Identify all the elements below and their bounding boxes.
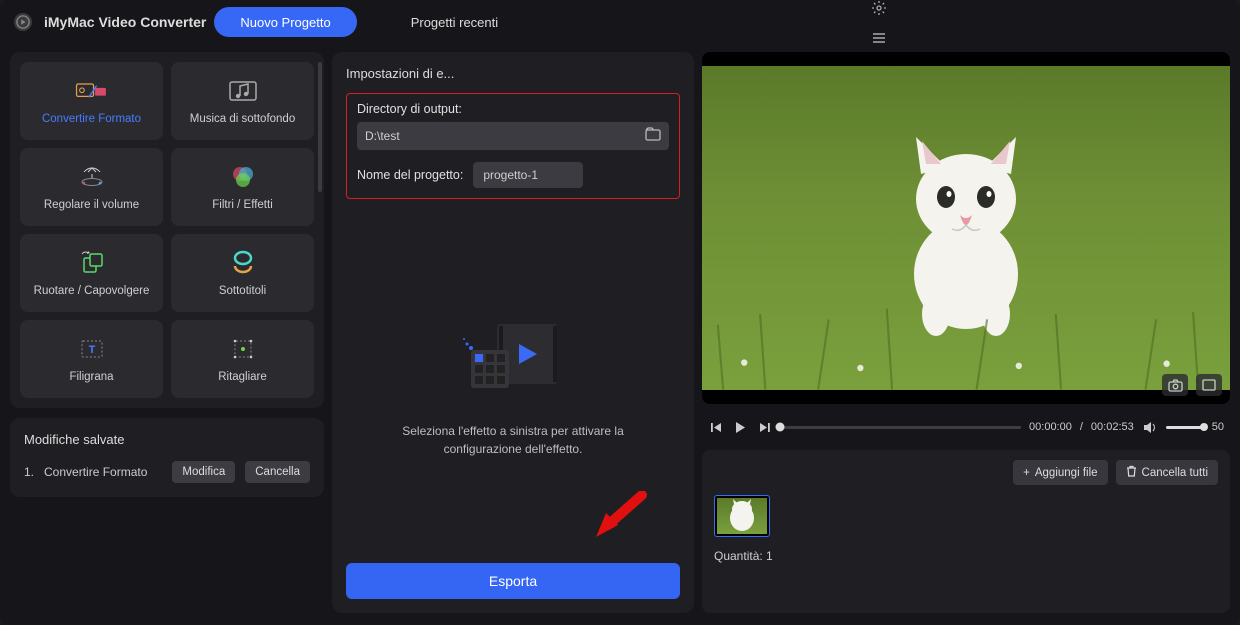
svg-text:T: T [88, 344, 95, 356]
clear-all-button[interactable]: Cancella tutti [1116, 460, 1218, 485]
tool-background-music[interactable]: Musica di sottofondo [171, 62, 314, 140]
tool-label: Convertire Formato [42, 113, 141, 125]
tool-convert-format[interactable]: Convertire Formato [20, 62, 163, 140]
saved-edit-index: 1. [24, 465, 34, 479]
tool-label: Filtri / Effetti [212, 199, 273, 211]
trash-icon [1126, 465, 1137, 480]
player-controls: 00:00:00 / 00:02:53 50 [702, 412, 1230, 442]
volume-value: 50 [1212, 421, 1224, 433]
tool-label: Ritagliare [218, 371, 267, 383]
tool-subtitles[interactable]: Sottotitoli [171, 234, 314, 312]
project-name-label: Nome del progetto: [357, 168, 463, 182]
file-quantity: Quantità: 1 [714, 549, 1218, 563]
rotate-icon [75, 249, 109, 277]
app-title: iMyMac Video Converter [44, 14, 206, 30]
filters-icon [226, 163, 260, 191]
add-file-button[interactable]: + Aggiungi file [1013, 460, 1107, 485]
settings-icon[interactable] [871, 0, 887, 16]
volume-slider[interactable] [1166, 426, 1204, 429]
export-settings-title: Impostazioni di e... [346, 66, 680, 81]
volume-icon[interactable] [1142, 421, 1158, 434]
delete-button[interactable]: Cancella [245, 461, 310, 483]
tools-scrollbar[interactable] [318, 62, 322, 192]
snapshot-button[interactable] [1162, 374, 1188, 396]
tool-rotate-flip[interactable]: Ruotare / Capovolgere [20, 234, 163, 312]
output-dir-input[interactable] [365, 129, 639, 143]
tool-label: Sottotitoli [219, 285, 266, 297]
prev-button[interactable] [708, 421, 724, 434]
tool-adjust-volume[interactable]: Regolare il volume [20, 148, 163, 226]
plus-icon: + [1023, 467, 1030, 479]
clear-all-label: Cancella tutti [1142, 467, 1208, 479]
file-thumbnail[interactable] [714, 495, 770, 537]
highlighted-fields: Directory di output: Nome del progetto: [346, 93, 680, 199]
watermark-icon: T [75, 335, 109, 363]
seek-slider[interactable] [780, 426, 1021, 429]
tool-crop[interactable]: Ritagliare [171, 320, 314, 398]
saved-edit-row: 1. Convertire Formato Modifica Cancella [24, 461, 310, 483]
export-button[interactable]: Esporta [346, 563, 680, 599]
output-dir-label: Directory di output: [357, 102, 669, 116]
tool-label: Ruotare / Capovolgere [34, 285, 150, 297]
video-preview [702, 52, 1230, 404]
tool-label: Filigrana [69, 371, 113, 383]
effect-placeholder-text: Seleziona l'effetto a sinistra per attiv… [373, 422, 653, 458]
project-name-input[interactable] [473, 162, 583, 188]
volume-icon [75, 163, 109, 191]
folder-browse-icon[interactable] [645, 127, 661, 146]
current-time: 00:00:00 [1029, 421, 1072, 433]
annotation-arrow-icon [590, 491, 650, 541]
crop-icon [226, 335, 260, 363]
tools-panel: Convertire Formato Musica di sottofondo [10, 52, 324, 408]
effect-placeholder-icon [453, 314, 573, 404]
saved-edit-label: Convertire Formato [44, 465, 162, 479]
tab-new-project[interactable]: Nuovo Progetto [214, 7, 356, 37]
app-logo-icon [14, 13, 32, 31]
project-tabs: Nuovo Progetto Progetti recenti [214, 7, 524, 37]
music-icon [226, 77, 260, 105]
subtitles-icon [226, 249, 260, 277]
tool-label: Regolare il volume [44, 199, 139, 211]
play-button[interactable] [732, 421, 748, 434]
saved-edits-panel: Modifiche salvate 1. Convertire Formato … [10, 418, 324, 497]
edit-button[interactable]: Modifica [172, 461, 235, 483]
fullscreen-button[interactable] [1196, 374, 1222, 396]
tab-recent-projects[interactable]: Progetti recenti [385, 7, 524, 37]
saved-edits-title: Modifiche salvate [24, 432, 310, 447]
tool-watermark[interactable]: T Filigrana [20, 320, 163, 398]
add-file-label: Aggiungi file [1035, 467, 1098, 479]
tool-label: Musica di sottofondo [190, 113, 295, 125]
tool-filters-effects[interactable]: Filtri / Effetti [171, 148, 314, 226]
duration: 00:02:53 [1091, 421, 1134, 433]
export-settings-panel: Impostazioni di e... Directory di output… [332, 52, 694, 613]
files-panel: + Aggiungi file Cancella tutti Quantità: … [702, 450, 1230, 613]
titlebar: iMyMac Video Converter Nuovo Progetto Pr… [0, 0, 1240, 44]
next-button[interactable] [756, 421, 772, 434]
convert-format-icon [75, 77, 109, 105]
video-frame [702, 66, 1230, 390]
